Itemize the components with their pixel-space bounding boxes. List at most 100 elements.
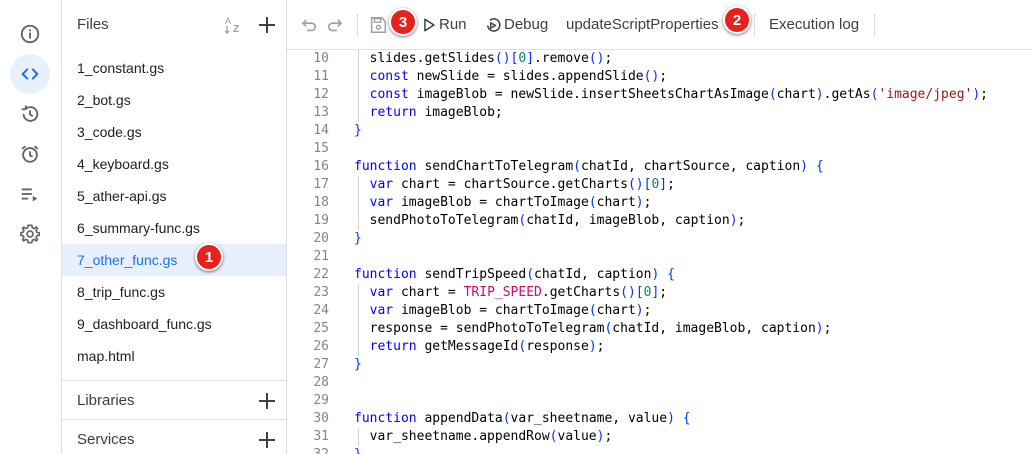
code-text: response = sendPhotoToTelegram(chatId, i…	[354, 321, 832, 336]
indent-guide	[358, 284, 359, 302]
run-button[interactable]: Run	[439, 16, 467, 33]
debug-icon-wrapper[interactable]	[481, 14, 503, 36]
line-number: 19	[313, 213, 329, 228]
undo-icon	[301, 19, 317, 32]
project-history-button[interactable]	[10, 94, 50, 134]
file-item[interactable]: 9_dashboard_func.gs	[62, 308, 286, 340]
code-editor[interactable]: 10 slides.getSlides()[0].remove(); 11 con…	[287, 50, 1032, 454]
toolbar-divider	[754, 14, 755, 36]
code-line[interactable]: 19 sendPhotoToTelegram(chatId, imageBlob…	[287, 212, 1032, 230]
code-text: var imageBlob = chartToImage(chart);	[369, 195, 652, 210]
undo-button[interactable]	[297, 14, 319, 36]
code-text: }	[354, 446, 362, 454]
add-library-button[interactable]	[256, 390, 278, 412]
triggers-button[interactable]	[10, 134, 50, 174]
code-line[interactable]: 27}	[287, 356, 1032, 374]
code-line[interactable]: 31 var_sheetname.appendRow(value);	[287, 428, 1032, 446]
toolbar-divider	[357, 14, 358, 36]
code-text: var chart = TRIP_SPEED.getCharts()[0];	[369, 285, 668, 300]
line-number: 20	[313, 231, 329, 246]
plus-icon	[259, 432, 275, 448]
redo-button[interactable]	[325, 14, 347, 36]
play-icon	[424, 18, 435, 32]
project-settings-button[interactable]	[10, 214, 50, 254]
file-item-selected[interactable]: 7_other_func.gs	[62, 244, 286, 276]
code-line[interactable]: 13 return imageBlob;	[287, 104, 1032, 122]
file-item[interactable]: 6_summary-func.gs	[62, 212, 286, 244]
debug-icon	[486, 17, 501, 32]
indent-guide	[358, 68, 359, 86]
file-item[interactable]: 2_bot.gs	[62, 84, 286, 116]
settings-icon	[20, 224, 40, 244]
code-line[interactable]: 23 var chart = TRIP_SPEED.getCharts()[0]…	[287, 284, 1032, 302]
code-text: }	[354, 231, 362, 246]
line-number: 11	[313, 69, 329, 84]
sort-files-button[interactable]: A Z	[224, 14, 246, 36]
code-text: }	[354, 123, 362, 138]
line-number: 12	[313, 87, 329, 102]
file-item[interactable]: 8_trip_func.gs	[62, 276, 286, 308]
editor-button[interactable]	[10, 54, 50, 94]
save-button[interactable]	[367, 14, 389, 36]
services-section: Services	[62, 419, 287, 454]
executions-button[interactable]	[10, 174, 50, 214]
code-line[interactable]: 17 var chart = chartSource.getCharts()[0…	[287, 176, 1032, 194]
annotation-badge-3: 3	[389, 8, 417, 36]
indent-guide	[358, 302, 359, 320]
add-service-button[interactable]	[256, 429, 278, 451]
services-title: Services	[77, 431, 135, 448]
files-title: Files	[77, 16, 109, 33]
line-number: 22	[313, 267, 329, 282]
sort-az-icon: A Z	[224, 16, 239, 35]
line-number: 29	[313, 393, 329, 408]
code-text: return getMessageId(response);	[369, 339, 605, 354]
libraries-section: Libraries	[62, 380, 287, 420]
code-line[interactable]: 28	[287, 374, 1032, 392]
code-text: var imageBlob = chartToImage(chart);	[369, 303, 652, 318]
code-line[interactable]: 25 response = sendPhotoToTelegram(chatId…	[287, 320, 1032, 338]
annotation-badge-2: 2	[723, 6, 751, 34]
debug-button[interactable]: Debug	[504, 16, 548, 33]
overview-button[interactable]	[10, 14, 50, 54]
code-line[interactable]: 16 function sendChartToTelegram(chatId, c…	[287, 158, 1032, 176]
code-text: const newSlide = slides.appendSlide();	[369, 69, 668, 84]
code-line[interactable]: 29	[287, 392, 1032, 410]
svg-text:A: A	[225, 16, 231, 26]
file-item[interactable]: 5_ather-api.gs	[62, 180, 286, 212]
line-number: 27	[313, 357, 329, 372]
code-line[interactable]: 15	[287, 140, 1032, 158]
indent-guide	[358, 50, 359, 68]
execution-log-button[interactable]: Execution log	[769, 16, 859, 33]
file-item[interactable]: 3_code.gs	[62, 116, 286, 148]
code-line[interactable]: 20}	[287, 230, 1032, 248]
line-number: 21	[313, 249, 329, 264]
indent-guide	[358, 428, 359, 446]
code-line[interactable]: 32}	[287, 446, 1032, 454]
indent-guide	[358, 320, 359, 338]
plus-icon	[259, 393, 275, 409]
code-line[interactable]: 12 const imageBlob = newSlide.insertShee…	[287, 86, 1032, 104]
line-number: 13	[313, 105, 329, 120]
line-number: 23	[313, 285, 329, 300]
code-text: return imageBlob;	[369, 105, 503, 120]
code-line[interactable]: 24 var imageBlob = chartToImage(chart);	[287, 302, 1032, 320]
run-icon-wrapper[interactable]	[418, 14, 440, 36]
file-item[interactable]: map.html	[62, 340, 286, 372]
add-file-button[interactable]	[256, 14, 278, 36]
executions-icon	[21, 188, 38, 202]
file-item[interactable]: 1_constant.gs	[62, 52, 286, 84]
code-line[interactable]: 14}	[287, 122, 1032, 140]
history-icon	[21, 105, 39, 122]
code-line[interactable]: 30 function appendData(var_sheetname, val…	[287, 410, 1032, 428]
code-line[interactable]: 21	[287, 248, 1032, 266]
code-line[interactable]: 11 const newSlide = slides.appendSlide()…	[287, 68, 1032, 86]
function-selector[interactable]: updateScriptProperties	[566, 16, 719, 33]
code-line[interactable]: 10 slides.getSlides()[0].remove();	[287, 50, 1032, 68]
file-item[interactable]: 4_keyboard.gs	[62, 148, 286, 180]
line-number: 17	[313, 177, 329, 192]
code-line[interactable]: 26 return getMessageId(response);	[287, 338, 1032, 356]
code-line[interactable]: 18 var imageBlob = chartToImage(chart);	[287, 194, 1032, 212]
line-number: 32	[287, 446, 329, 454]
indent-guide	[358, 212, 359, 230]
code-line[interactable]: 22 function sendTripSpeed(chatId, caption…	[287, 266, 1032, 284]
